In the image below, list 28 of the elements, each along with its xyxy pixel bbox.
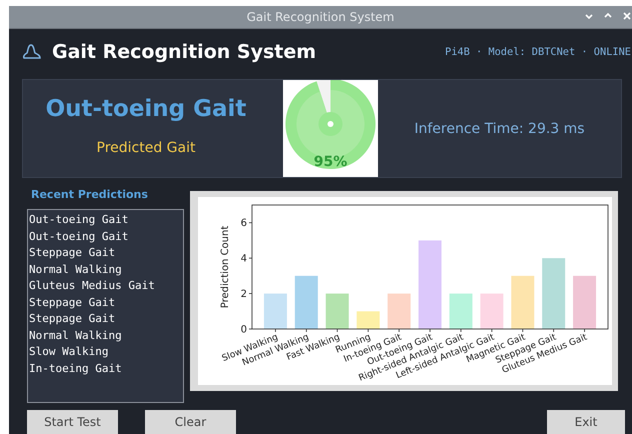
list-item[interactable]: Slow Walking [29, 344, 183, 360]
list-item[interactable]: Out-toeing Gait [29, 228, 183, 245]
list-item[interactable]: In-toeing Gait [29, 360, 183, 377]
inference-time: Inference Time: 29.3 ms [414, 120, 585, 136]
section-title: Recent Predictions [31, 188, 149, 201]
foot-icon [22, 43, 42, 61]
window-title: Gait Recognition System [246, 10, 394, 24]
predicted-gait: Out-toeing Gait [46, 96, 246, 122]
app-title: Gait Recognition System [52, 41, 318, 63]
list-item[interactable]: Normal Walking [29, 262, 183, 278]
y-tick-label: 4 [240, 254, 247, 265]
y-tick-label: 0 [240, 324, 247, 336]
action-button[interactable]: Exit [547, 410, 625, 434]
action-button[interactable]: Start Test [27, 410, 118, 434]
list-item[interactable]: Gluteus Medius Gait [29, 278, 183, 294]
list-item[interactable]: Out-toeing Gait [29, 212, 183, 228]
action-button[interactable]: Clear [145, 410, 236, 434]
confidence-reading: 95% [314, 154, 348, 170]
y-tick-label: 6 [240, 218, 247, 230]
list-item[interactable]: Steppage Gait [29, 245, 183, 262]
list-item[interactable]: Steppage Gait [29, 294, 183, 311]
close-icon[interactable] [622, 11, 632, 21]
device-status: Pi4B · Model: DBTCNet · ONLINE [445, 46, 631, 58]
y-tick-label: 2 [240, 289, 247, 300]
list-item[interactable]: Normal Walking [29, 328, 183, 344]
predicted-gait-caption: Predicted Gait [96, 140, 196, 156]
list-item[interactable]: Steppage Gait [29, 311, 183, 328]
y-axis-label: Prediction Count [220, 226, 231, 308]
